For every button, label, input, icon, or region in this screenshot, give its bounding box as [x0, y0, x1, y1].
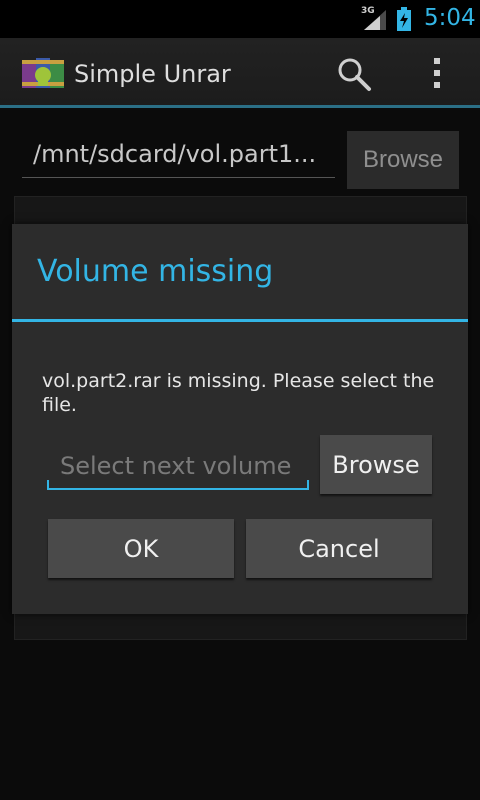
- search-icon[interactable]: [336, 56, 372, 92]
- archive-path-field[interactable]: /mnt/sdcard/vol.part1...: [22, 138, 335, 178]
- overflow-menu-icon[interactable]: [432, 57, 442, 89]
- action-bar-divider: [0, 105, 480, 108]
- input-edge-right: [307, 480, 309, 490]
- action-bar: Simple Unrar: [0, 38, 480, 106]
- next-volume-input[interactable]: [47, 448, 309, 490]
- battery-charging-icon: [397, 7, 411, 31]
- ok-button[interactable]: OK: [48, 519, 234, 578]
- cancel-button[interactable]: Cancel: [246, 519, 432, 578]
- app-logo-icon: [22, 58, 64, 88]
- input-edge-left: [47, 480, 49, 490]
- browse-archive-button[interactable]: Browse: [347, 131, 459, 189]
- dialog-title: Volume missing: [37, 254, 274, 289]
- dialog-message: vol.part2.rar is missing. Please select …: [42, 370, 435, 416]
- status-bar: 3G 5:04: [0, 0, 480, 38]
- signal-strength-icon: [364, 10, 386, 30]
- clock: 5:04: [424, 5, 476, 31]
- volume-missing-dialog: Volume missing vol.part2.rar is missing.…: [12, 224, 468, 614]
- app-title: Simple Unrar: [74, 60, 231, 88]
- dialog-title-divider: [12, 319, 468, 322]
- browse-volume-button[interactable]: Browse: [320, 435, 432, 494]
